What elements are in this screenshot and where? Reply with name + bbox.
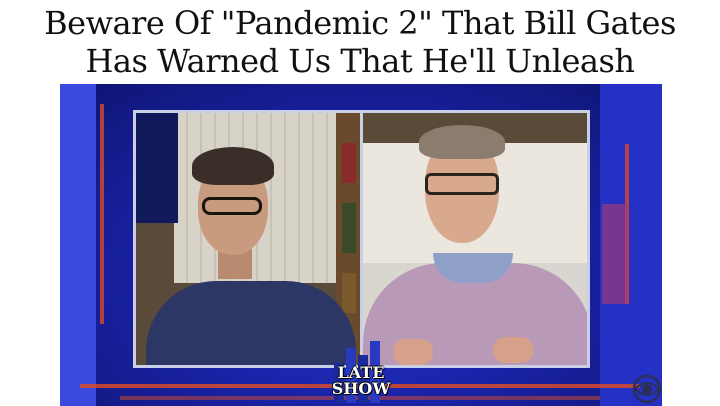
book	[342, 273, 356, 313]
stage-panel	[60, 84, 96, 406]
late-show-logo: LATE SHOW	[330, 341, 390, 403]
headline-line-1: Beware Of "Pandemic 2" That Bill Gates	[44, 4, 676, 42]
guest-hand-right	[493, 337, 533, 363]
stage-light-strip	[100, 104, 104, 324]
host-torso	[146, 281, 356, 365]
headline-line-2: Has Warned Us That He'll Unleash	[85, 42, 635, 80]
background-screen	[136, 113, 178, 223]
cbs-eye-icon	[632, 374, 662, 404]
video-frame[interactable]: LATE SHOW	[60, 84, 662, 406]
host-video-panel	[133, 110, 363, 368]
guest-hair	[419, 125, 505, 159]
logo-text-show: SHOW	[331, 379, 391, 398]
book	[342, 203, 356, 253]
stage-panel	[602, 204, 628, 304]
guest-video-panel	[360, 110, 590, 368]
guest-glasses	[425, 173, 499, 195]
host-glasses	[202, 197, 262, 215]
guest-hand-left	[393, 339, 433, 365]
book	[342, 143, 356, 183]
headline: Beware Of "Pandemic 2" That Bill Gates H…	[0, 4, 720, 80]
host-hair	[192, 147, 274, 185]
